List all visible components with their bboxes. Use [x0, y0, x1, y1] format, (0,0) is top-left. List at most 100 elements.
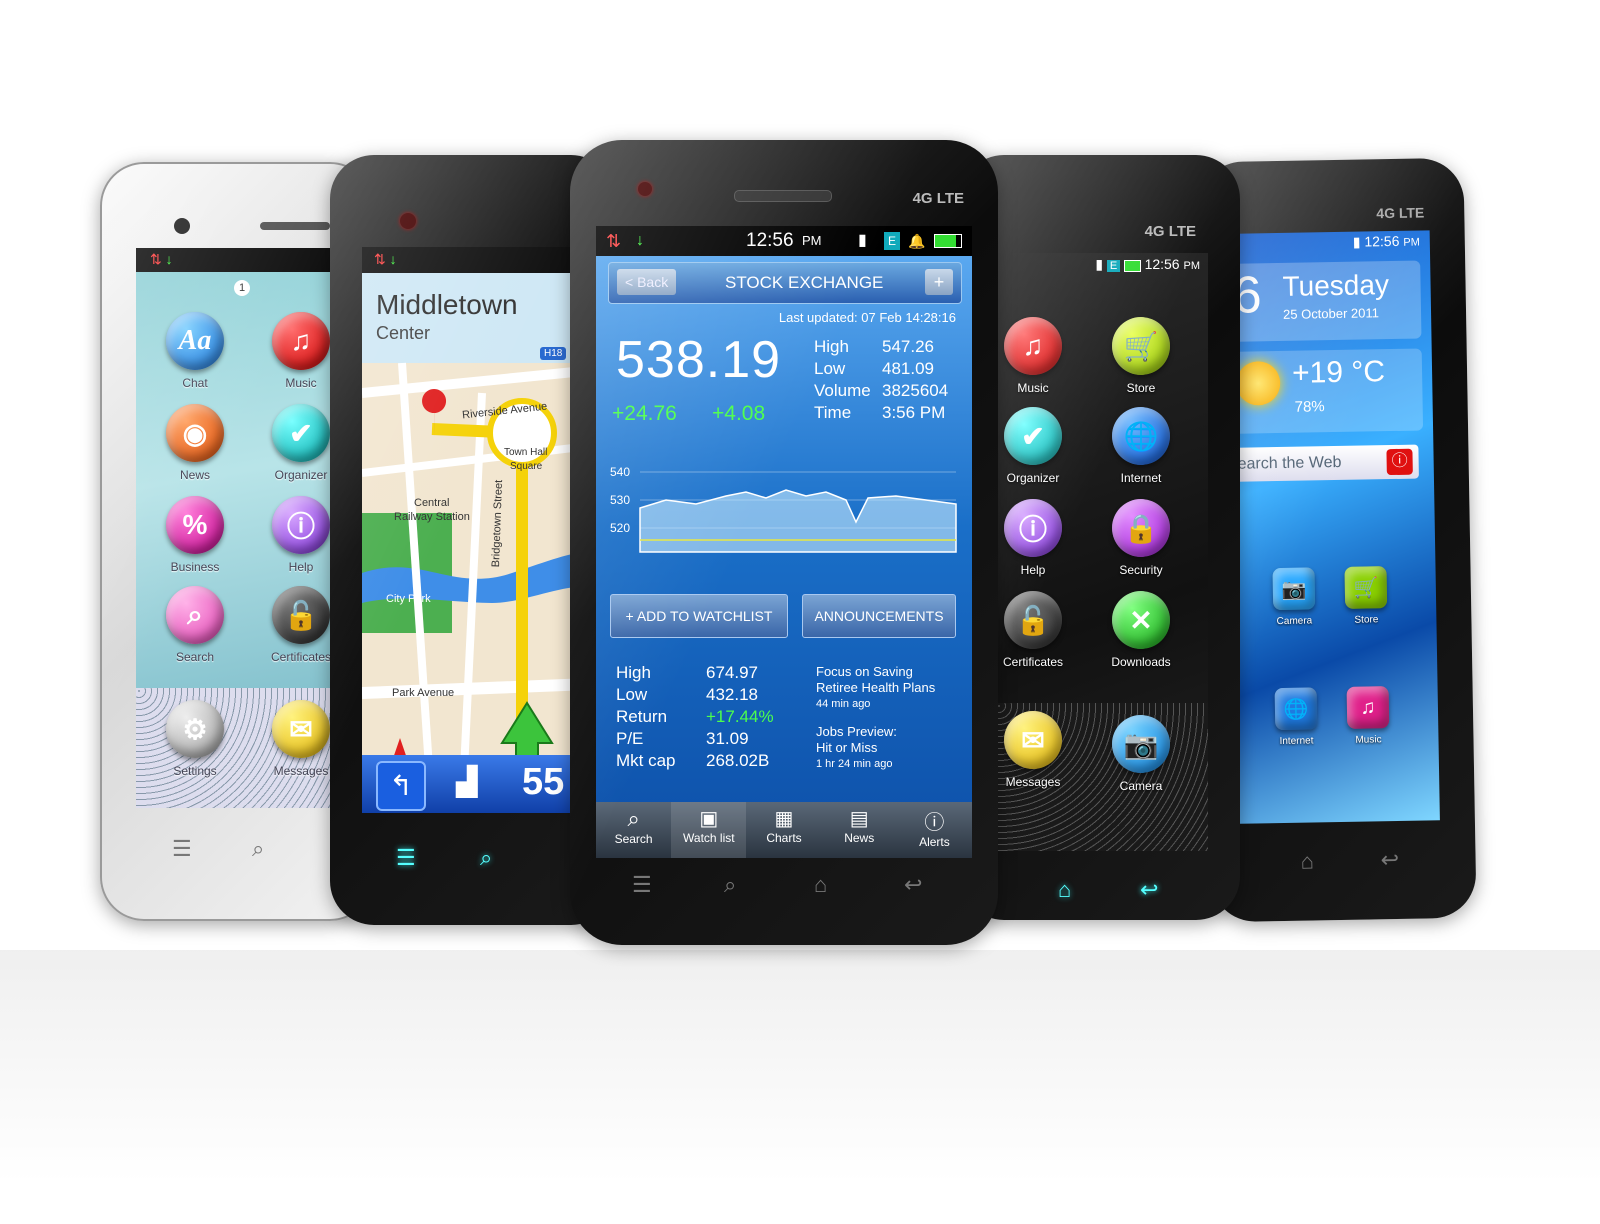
app-search[interactable]: ⌕ Search — [150, 586, 240, 664]
app-label: Business — [170, 560, 220, 574]
back-key[interactable]: ↩ — [904, 872, 922, 898]
app-business[interactable]: % Business — [150, 496, 240, 574]
street-label: Park Avenue — [392, 687, 455, 699]
download-icon: ↓ — [389, 251, 397, 267]
sync-icon: ⇅ — [606, 231, 622, 251]
status-time: 12:56 — [1364, 232, 1400, 250]
app-certificates[interactable]: 🔓 Certificates — [996, 591, 1078, 669]
status-ampm: PM — [802, 233, 822, 248]
menu-key[interactable]: ☰ — [632, 872, 652, 898]
search-text: earch the Web — [1237, 453, 1342, 473]
stock-price: 538.19 — [616, 331, 782, 389]
app-label: News — [179, 468, 210, 482]
app-camera[interactable]: 📷 Camera — [1263, 567, 1324, 627]
web-search-bar[interactable]: earch the Web ⓘ — [1233, 444, 1419, 482]
e-network-icon: E — [1106, 260, 1121, 272]
document-icon: ▤ — [849, 808, 869, 830]
app-label: Internet — [1120, 471, 1162, 485]
app-label: Downloads — [1111, 655, 1171, 669]
sun-icon — [1235, 360, 1281, 406]
app-settings[interactable]: ⚙ Settings — [150, 700, 240, 778]
tab-alerts[interactable]: ⓘ Alerts — [897, 802, 972, 858]
app-store[interactable]: 🛒 Store — [1335, 566, 1396, 626]
app-title: STOCK EXCHANGE — [725, 273, 884, 292]
app-label: Camera — [1119, 779, 1163, 793]
app-organizer[interactable]: ✔ Organizer — [996, 407, 1078, 485]
globe-icon: 🌐 — [1112, 407, 1170, 465]
status-bar: ▮ 12:56 PM — [1230, 230, 1430, 259]
news-item[interactable]: Jobs Preview: Hit or Miss 1 hr 24 min ag… — [816, 724, 897, 772]
floor-reflection — [0, 950, 1600, 1224]
announcements-button[interactable]: ANNOUNCEMENTS — [802, 594, 956, 638]
download-icon: ↓ — [636, 232, 644, 249]
menu-key[interactable]: ☰ — [396, 845, 416, 871]
street-label: Square — [510, 461, 543, 472]
front-camera — [400, 213, 416, 229]
status-ampm: PM — [1183, 260, 1201, 272]
app-downloads[interactable]: ✕ Downloads — [1096, 591, 1186, 669]
search-key[interactable]: ⌕ — [480, 845, 492, 871]
app-camera[interactable]: 📷 Camera — [1096, 715, 1186, 793]
weekday: Tuesday — [1282, 269, 1390, 302]
app-store[interactable]: 🛒 Store — [1096, 317, 1186, 395]
signal-strength-icon: ▟ — [456, 766, 478, 797]
price-chart[interactable]: 540 530 520 — [606, 452, 962, 572]
signal-icon: ▮ — [858, 232, 867, 249]
app-label: Camera — [1276, 615, 1313, 628]
tab-label: News — [844, 831, 875, 845]
add-symbol-button[interactable]: + — [925, 269, 953, 295]
tab-news[interactable]: ▤ News — [822, 802, 897, 858]
app-chat[interactable]: Aa Chat — [150, 312, 240, 390]
tab-label: Search — [614, 832, 653, 846]
date-widget[interactable]: 6 Tuesday 25 October 2011 — [1230, 260, 1422, 342]
back-button[interactable]: < Back — [617, 269, 677, 295]
status-bar: ⇅ ↓ 12:56 PM ▮ E 🔔 — [596, 226, 972, 256]
last-updated-value: 07 Feb 14:28:16 — [861, 310, 956, 325]
weather-widget[interactable]: +19 °C 78% — [1231, 348, 1424, 434]
download-icon: ✕ — [1112, 591, 1170, 649]
signal-icon: ▮ — [1352, 233, 1361, 250]
tab-bar: ⌕ Search ▣ Watch list ▦ Charts ▤ News ⓘ — [596, 802, 972, 858]
street-label: Railway Station — [394, 511, 470, 523]
lock-icon: 🔒 — [1112, 499, 1170, 557]
tab-charts[interactable]: ▦ Charts — [746, 802, 821, 858]
app-internet[interactable]: 🌐 Internet — [1266, 687, 1327, 747]
chat-icon: Aa — [166, 312, 224, 370]
y-tick-label: 540 — [610, 465, 630, 479]
back-key[interactable]: ↩ — [1380, 847, 1399, 873]
app-security[interactable]: 🔒 Security — [1096, 499, 1186, 577]
signal-icon: ▮ — [1095, 256, 1104, 272]
app-music[interactable]: ♫ Music — [996, 317, 1078, 395]
menu-key[interactable]: ☰ — [172, 836, 192, 862]
search-key[interactable]: ⌕ — [252, 836, 264, 862]
app-messages[interactable]: ✉ Messages — [996, 711, 1078, 789]
search-key[interactable]: ⌕ — [724, 872, 736, 898]
price-area — [639, 489, 957, 553]
date-text: 25 October 2011 — [1282, 305, 1380, 322]
back-key[interactable]: ↩ — [1140, 877, 1158, 903]
app-label: Help — [1020, 563, 1046, 577]
status-ampm: PM — [1403, 236, 1420, 249]
turn-left-icon[interactable]: ↰ — [376, 761, 426, 811]
app-help[interactable]: ⓘ Help — [996, 499, 1078, 577]
home-key[interactable]: ⌂ — [1300, 848, 1314, 874]
home-key[interactable]: ⌂ — [814, 872, 827, 898]
app-music[interactable]: ♫ Music — [1338, 686, 1399, 746]
phone-center: 4G LTE ⇅ ↓ 12:56 PM ▮ E 🔔 < Back STOCK E… — [570, 140, 998, 945]
app-label: Certificates — [1002, 655, 1064, 669]
search-icon: ⌕ — [627, 806, 640, 831]
home-key[interactable]: ⌂ — [1058, 877, 1071, 903]
app-internet[interactable]: 🌐 Internet — [1096, 407, 1186, 485]
music-icon: ♫ — [1004, 317, 1062, 375]
tab-search[interactable]: ⌕ Search — [596, 802, 671, 858]
news-item[interactable]: Focus on Saving Retiree Health Plans 44 … — [816, 664, 935, 712]
search-icon: ⌕ — [166, 586, 224, 644]
app-news[interactable]: ◉ News — [150, 404, 240, 482]
download-icon: ↓ — [165, 251, 173, 267]
add-to-watchlist-button[interactable]: + ADD TO WATCHLIST — [610, 594, 788, 638]
tab-watch-list[interactable]: ▣ Watch list — [671, 802, 747, 858]
status-time: 12:56 — [1144, 256, 1180, 272]
info-icon[interactable]: ⓘ — [1386, 448, 1413, 476]
far-right-screen: ▮ 12:56 PM 6 Tuesday 25 October 2011 +19… — [1229, 230, 1440, 824]
stat-row: Low 481.09 — [814, 359, 934, 378]
